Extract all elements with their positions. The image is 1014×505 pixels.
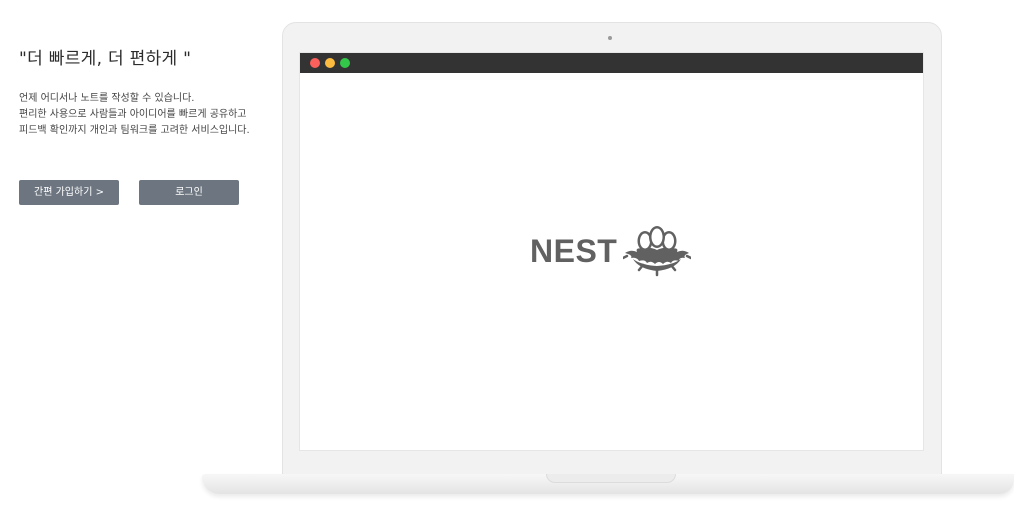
landing-page: "더 빠르게, 더 편하게 " 언제 어디서나 노트를 작성할 수 있습니다. … — [0, 0, 1014, 505]
hero-headline: "더 빠르게, 더 편하게 " — [19, 49, 192, 69]
hero-description: 언제 어디서나 노트를 작성할 수 있습니다. 편리한 사용으로 사람들과 아이… — [19, 91, 294, 139]
minimize-dot-icon — [325, 58, 335, 68]
signup-button[interactable]: 간편 가입하기 > — [19, 180, 119, 205]
nest-eggs-icon — [623, 226, 692, 277]
login-button[interactable]: 로그인 — [139, 180, 239, 205]
maximize-dot-icon — [340, 58, 350, 68]
close-dot-icon — [310, 58, 320, 68]
browser-title-bar — [300, 53, 923, 73]
logo-text: NEST — [530, 232, 618, 269]
description-line: 편리한 사용으로 사람들과 아이디어를 빠르게 공유하고 — [19, 109, 247, 120]
description-line: 피드백 확인까지 개인과 팀워크를 고려한 서비스입니다. — [19, 125, 250, 136]
camera-icon — [608, 36, 612, 40]
nest-logo: NEST — [530, 225, 692, 277]
description-line: 언제 어디서나 노트를 작성할 수 있습니다. — [19, 93, 195, 104]
laptop-notch — [546, 474, 676, 483]
laptop-screen: NEST — [300, 53, 923, 450]
